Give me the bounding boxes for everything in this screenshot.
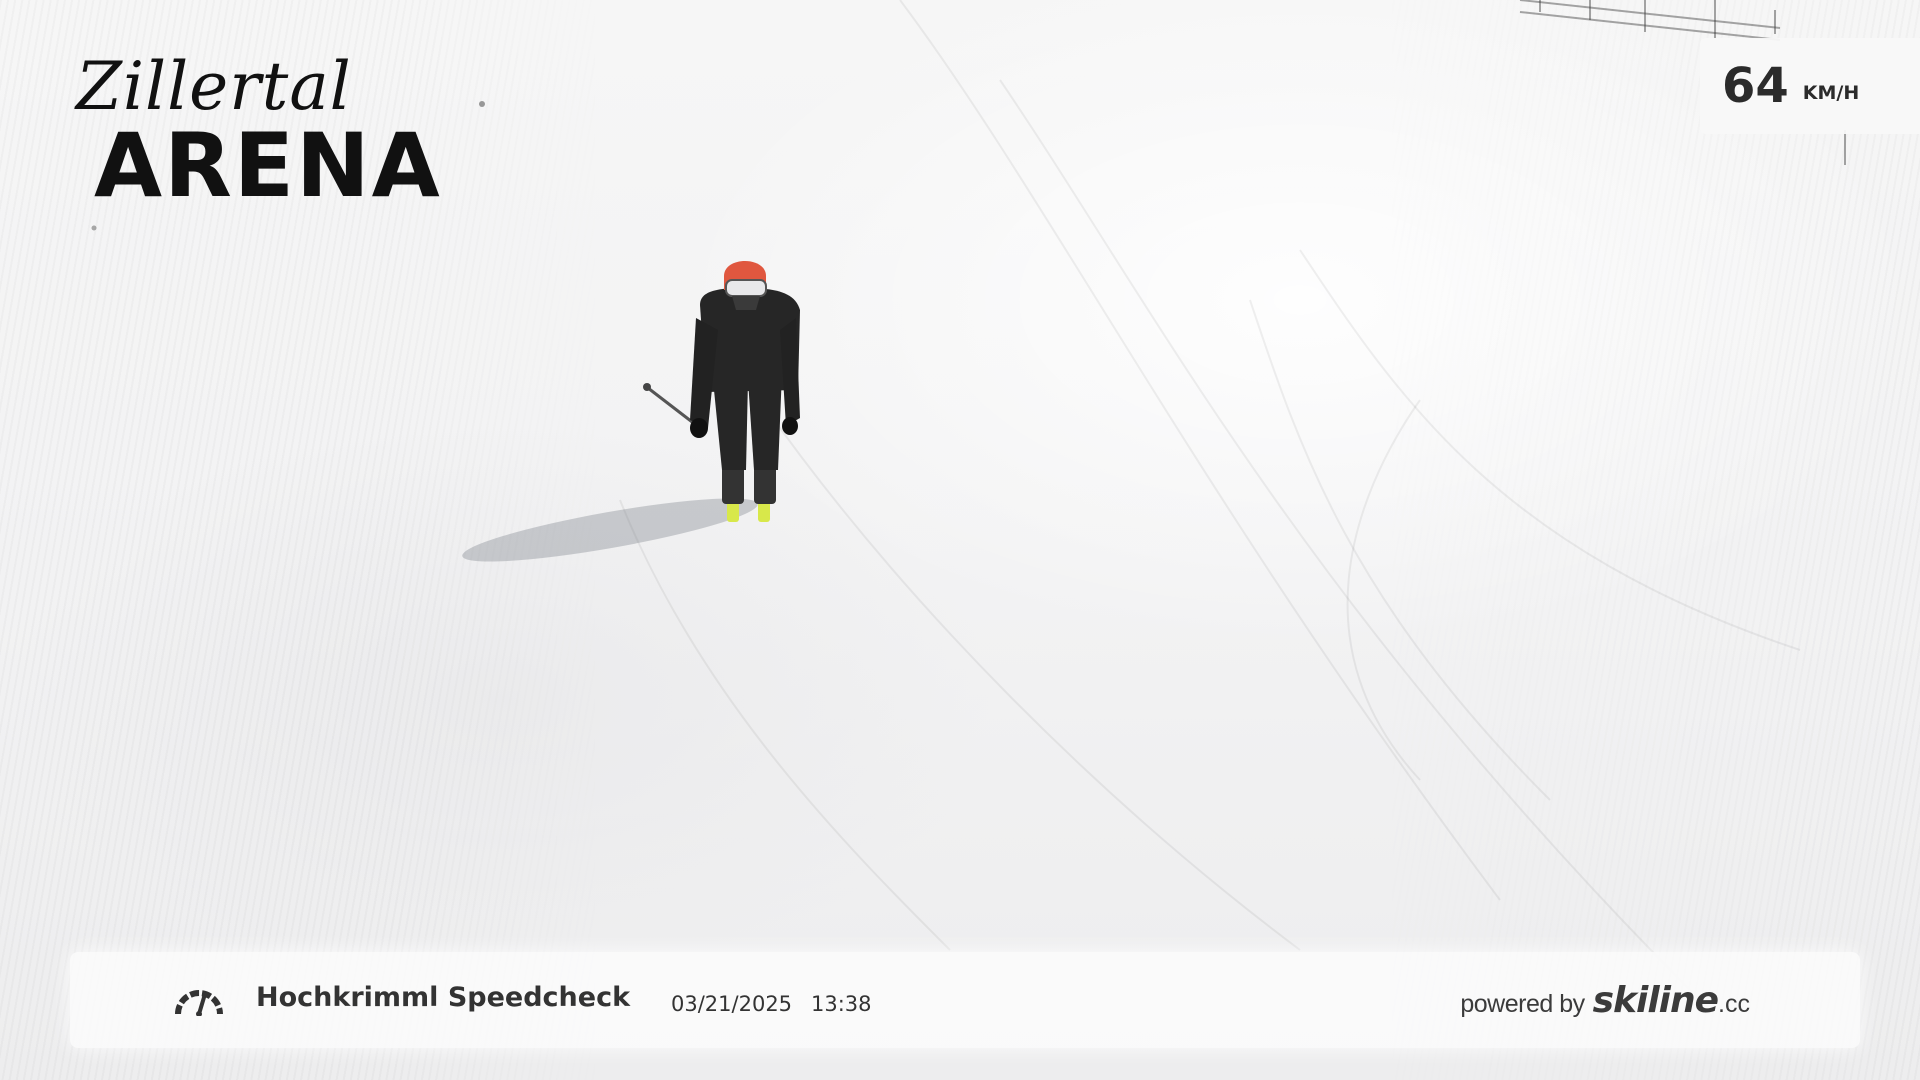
speedcheck-title: Hochkrimml Speedcheck <box>256 982 631 1013</box>
speed-readout: 64 KM/H <box>1700 38 1920 134</box>
speed-unit: KM/H <box>1802 82 1860 104</box>
snow-speck <box>91 225 97 231</box>
skiline-brand: skiline <box>1592 980 1719 1021</box>
date-label: 03/21/2025 <box>671 992 793 1016</box>
skier <box>643 261 800 522</box>
logo-script-text: Zillertal <box>76 48 352 125</box>
skiline-tld: .cc <box>1718 990 1750 1018</box>
camera-view: Zillertal ARENA 64 KM/H Hochkrimml Speed… <box>0 0 1920 1080</box>
logo-block-text: ARENA <box>94 114 442 217</box>
speedometer-icon <box>175 990 223 1016</box>
time-label: 13:38 <box>811 992 872 1016</box>
info-bar: Hochkrimml Speedcheck 03/21/2025 13:38 p… <box>70 952 1860 1048</box>
ski-tracks <box>619 0 1801 1001</box>
snow-speck <box>479 101 485 107</box>
speed-value: 64 <box>1722 58 1789 114</box>
skier-shadow <box>462 498 758 562</box>
powered-by-skiline: powered by skiline.cc <box>1460 980 1750 1021</box>
zillertal-arena-logo: Zillertal ARENA <box>58 54 448 214</box>
powered-by-label: powered by <box>1460 990 1585 1018</box>
